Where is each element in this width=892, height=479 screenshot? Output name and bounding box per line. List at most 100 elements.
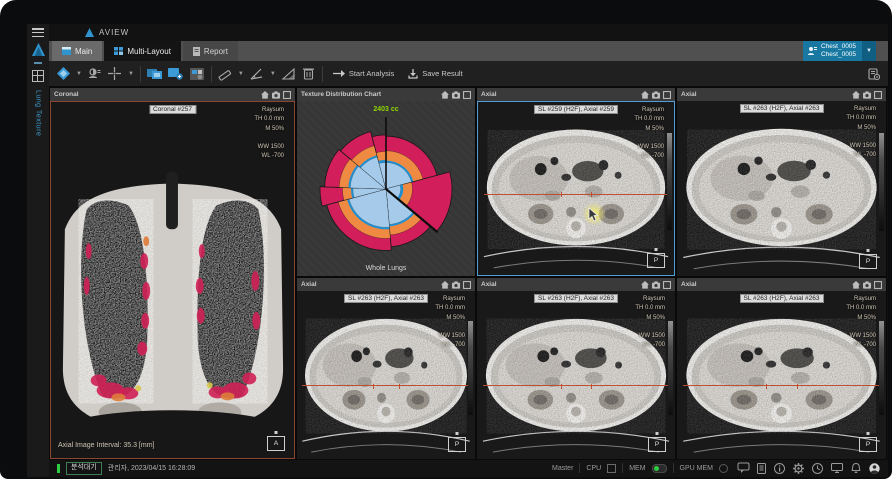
- overlay-text: RaysumTH 0.0 mmM 50% WW 1500WL -700: [635, 295, 665, 350]
- overlay-text: RaysumTH 0.0 mmM 50% WW 1500WL -700: [846, 295, 876, 350]
- cpu-label: CPU: [586, 465, 601, 472]
- layout-compare-button[interactable]: [147, 65, 162, 83]
- patient-series: Chest_0005: [821, 51, 856, 59]
- axial-viewport[interactable]: SL #263 (H2F), Axial #263 RaysumTH 0.0 m…: [677, 291, 886, 459]
- grayscale-bar[interactable]: [667, 133, 672, 230]
- user-icon[interactable]: [869, 463, 880, 474]
- home-icon[interactable]: [641, 281, 649, 289]
- tab-bar: Main Multi-Layout Report Chest_0005 Ches…: [49, 41, 888, 61]
- aview-logo-icon: [85, 28, 94, 37]
- overlay-text: RaysumTH 0.0 mmM 50% WW 1500WL -700: [435, 295, 465, 350]
- snapshot-icon[interactable]: [272, 91, 280, 99]
- sidebar-item-lung-texture[interactable]: Lung Texture: [35, 90, 42, 136]
- app-window: Lung Texture AVIEW Main Multi-Layout Rep…: [27, 24, 888, 477]
- main-tab-icon: [62, 47, 71, 55]
- axial-panel-header[interactable]: Axial: [297, 278, 475, 291]
- texture-distribution-pie[interactable]: [297, 101, 475, 276]
- angle-tool-button[interactable]: [250, 65, 264, 83]
- tab-report[interactable]: Report: [183, 41, 238, 61]
- snapshot-icon[interactable]: [863, 281, 871, 289]
- snapshot-icon[interactable]: [652, 281, 660, 289]
- navigate-tool-button[interactable]: [56, 65, 70, 83]
- angle-dropdown-caret-icon[interactable]: ▼: [270, 71, 276, 77]
- ruler-tool-button[interactable]: [218, 65, 232, 83]
- axial-panel-header[interactable]: Axial: [677, 88, 886, 101]
- slice-label: SL #263 (H2F), Axial #263: [740, 294, 824, 303]
- mem-label: MEM: [629, 465, 645, 472]
- maximize-icon[interactable]: [663, 91, 671, 99]
- coronal-viewport[interactable]: Coronal #257 Raysum TH 0.0 mm M 50% WW 1…: [50, 101, 295, 459]
- axial-viewport[interactable]: SL #263 (H2F), Axial #263 RaysumTH 0.0 m…: [677, 101, 886, 276]
- maximize-icon[interactable]: [463, 91, 471, 99]
- maximize-icon[interactable]: [663, 281, 671, 289]
- axial-viewport[interactable]: SL #263 (H2F), Axial #263 RaysumTH 0.0 m…: [297, 291, 475, 459]
- slice-label: Coronal #257: [149, 105, 196, 114]
- aview-logo-icon: [32, 43, 45, 56]
- patient-study: Chest_0005: [821, 43, 856, 51]
- axial-panel-header[interactable]: Axial: [477, 88, 675, 101]
- snapshot-icon[interactable]: [452, 281, 460, 289]
- gear-icon[interactable]: [793, 463, 804, 474]
- window-preset-button[interactable]: [88, 65, 102, 83]
- hamburger-menu-icon[interactable]: [32, 28, 44, 37]
- save-result-button[interactable]: Save Result: [404, 69, 466, 79]
- master-label: Master: [552, 465, 573, 472]
- bell-icon[interactable]: [851, 463, 861, 474]
- report-settings-button[interactable]: [867, 65, 881, 83]
- home-icon[interactable]: [852, 91, 860, 99]
- snapshot-icon[interactable]: [452, 91, 460, 99]
- grayscale-bar[interactable]: [668, 321, 673, 415]
- maximize-icon[interactable]: [874, 281, 882, 289]
- slice-label: SL #263 (H2F), Axial #263: [344, 294, 428, 303]
- axial-panel-1: Axial SL #259 (H2F), Axial #259 RaysumTH…: [476, 87, 676, 277]
- layout-grid-icon[interactable]: [32, 70, 44, 82]
- pin-icon[interactable]: [34, 62, 42, 64]
- texture-chart-panel: Texture Distribution Chart 2403 cc Whole…: [296, 87, 476, 277]
- axial-viewport[interactable]: SL #259 (H2F), Axial #259 RaysumTH 0.0 m…: [477, 101, 675, 276]
- axial-panel-3: Axial SL #263 (H2F), Axial #263 RaysumTH…: [296, 277, 476, 460]
- orientation-marker: P: [647, 253, 665, 268]
- toolbar: ▼ ▼ ▼ ▼ Start Analysis Save Result: [49, 61, 888, 87]
- start-analysis-button[interactable]: Start Analysis: [329, 69, 398, 78]
- axial-viewport[interactable]: SL #263 (H2F), Axial #263 RaysumTH 0.0 m…: [477, 291, 675, 459]
- snapshot-icon[interactable]: [652, 91, 660, 99]
- home-icon[interactable]: [641, 91, 649, 99]
- snapshot-icon[interactable]: [863, 91, 871, 99]
- navigate-dropdown-caret-icon[interactable]: ▼: [76, 71, 82, 77]
- maximize-icon[interactable]: [283, 91, 291, 99]
- monitor-icon[interactable]: [831, 463, 843, 473]
- home-icon[interactable]: [441, 281, 449, 289]
- tab-main[interactable]: Main: [52, 41, 102, 61]
- layout-mode-button[interactable]: [189, 65, 205, 83]
- clock-icon[interactable]: [812, 463, 823, 474]
- home-icon[interactable]: [261, 91, 269, 99]
- arrow-right-icon: [333, 69, 345, 78]
- axial-panel-header[interactable]: Axial: [477, 278, 675, 291]
- chat-icon[interactable]: [738, 463, 749, 473]
- chart-panel-header[interactable]: Texture Distribution Chart: [297, 88, 475, 101]
- panel-title: Axial: [681, 91, 697, 98]
- protractor-tool-button[interactable]: [282, 65, 296, 83]
- ruler-dropdown-caret-icon[interactable]: ▼: [238, 71, 244, 77]
- delete-annotation-button[interactable]: [302, 65, 316, 83]
- coronal-panel-header[interactable]: Coronal: [50, 88, 295, 101]
- maximize-icon[interactable]: [463, 281, 471, 289]
- crosshair-tool-button[interactable]: [108, 65, 122, 83]
- home-icon[interactable]: [852, 281, 860, 289]
- overlay-text: RaysumTH 0.0 mmM 50% WW 1500WL -700: [846, 105, 876, 160]
- grayscale-bar[interactable]: [468, 321, 473, 415]
- patient-selector[interactable]: Chest_0005 Chest_0005 ▼: [803, 41, 876, 61]
- document-icon[interactable]: [757, 463, 766, 474]
- axial-panel-header[interactable]: Axial: [677, 278, 886, 291]
- info-icon[interactable]: [774, 463, 785, 474]
- patient-dropdown-caret-icon[interactable]: ▼: [862, 41, 876, 61]
- crosshair-dropdown-caret-icon[interactable]: ▼: [128, 71, 134, 77]
- viewport-grid: Coronal Coronal #257 Raysum TH 0.0 mm M …: [49, 87, 888, 459]
- home-icon[interactable]: [441, 91, 449, 99]
- grayscale-bar[interactable]: [879, 321, 884, 415]
- tab-multi-layout[interactable]: Multi-Layout: [104, 41, 181, 61]
- grayscale-bar[interactable]: [879, 133, 884, 231]
- layout-add-button[interactable]: [168, 65, 183, 83]
- maximize-icon[interactable]: [874, 91, 882, 99]
- title-bar: AVIEW: [49, 24, 888, 41]
